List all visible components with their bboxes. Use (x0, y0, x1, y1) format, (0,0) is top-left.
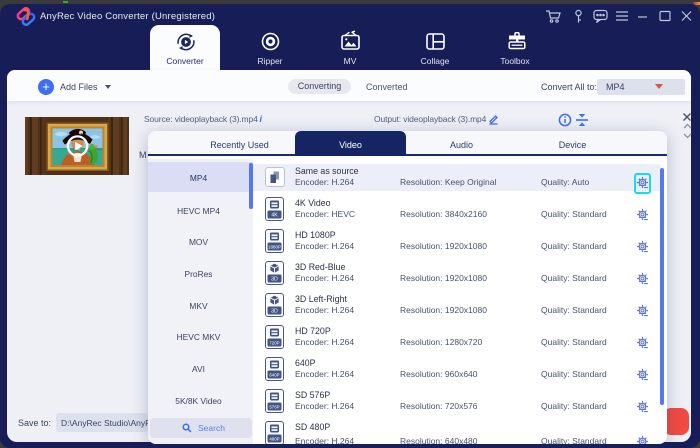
svg-text:4K: 4K (271, 213, 278, 219)
svg-text:480P: 480P (269, 437, 279, 442)
svg-text:1080P: 1080P (268, 245, 281, 250)
svg-text:640P: 640P (269, 373, 279, 378)
svg-text:576P: 576P (269, 405, 279, 410)
svg-text:3D: 3D (271, 277, 278, 283)
svg-text:3D: 3D (271, 309, 278, 315)
svg-text:720P: 720P (269, 341, 279, 346)
